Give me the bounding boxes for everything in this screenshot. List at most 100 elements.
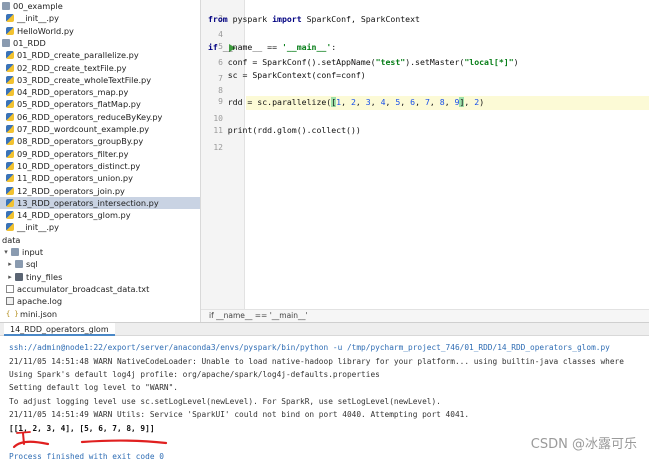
- console-line: 21/11/05 14:51:49 WARN Utils: Service 'S…: [9, 410, 470, 419]
- tree-item[interactable]: 02_RDD_create_textFile.py: [0, 62, 200, 74]
- tree-item[interactable]: 00_example: [0, 0, 200, 12]
- run-console[interactable]: ssh://admin@node1:22/export/server/anaco…: [0, 336, 649, 462]
- tree-item[interactable]: __init__.py: [0, 12, 200, 24]
- breadcrumb-label: if __name__ == '__main__': [209, 311, 308, 320]
- tree-item[interactable]: 03_RDD_create_wholeTextFile.py: [0, 74, 200, 86]
- python-file-icon: [6, 100, 14, 109]
- tree-item[interactable]: 05_RDD_operators_flatMap.py: [0, 98, 200, 110]
- python-file-icon: [6, 149, 14, 158]
- tree-item-label: accumulator_broadcast_data.txt: [17, 283, 150, 294]
- run-tab-bar: 14_RDD_operators_glom: [0, 322, 649, 336]
- python-file-icon: [6, 88, 14, 97]
- console-exit-line: Process finished with exit code 0: [9, 452, 164, 461]
- console-line: To adjust logging level use sc.setLogLev…: [9, 397, 441, 406]
- tree-item[interactable]: ▾ input: [0, 246, 200, 258]
- tree-item-label: 12_RDD_operators_join.py: [17, 185, 125, 196]
- tree-item-label: __init__.py: [17, 222, 59, 233]
- python-file-icon: [6, 112, 14, 121]
- tree-item[interactable]: HelloWorld.py: [0, 25, 200, 37]
- tree-item-label: 02_RDD_create_textFile.py: [17, 62, 127, 73]
- tree-item[interactable]: apache.log: [0, 295, 200, 307]
- editor-breadcrumb[interactable]: if __name__ == '__main__': [201, 309, 649, 322]
- tree-item[interactable]: 11_RDD_operators_union.py: [0, 172, 200, 184]
- folder-icon: [2, 2, 10, 10]
- tree-item[interactable]: accumulator_broadcast_data.txt: [0, 283, 200, 295]
- chevron-right-icon[interactable]: ▸: [6, 258, 14, 270]
- code-editor[interactable]: from pyspark import SparkConf, SparkCont…: [208, 0, 649, 322]
- tree-item[interactable]: 13_RDD_operators_intersection.py: [0, 196, 200, 209]
- console-line: ssh://admin@node1:22/export/server/anaco…: [9, 343, 610, 352]
- tree-item[interactable]: 09_RDD_operators_filter.py: [0, 148, 200, 160]
- console-output-line: [[1, 2, 3, 4], [5, 6, 7, 8, 9]]: [9, 424, 155, 433]
- python-file-icon: [6, 125, 14, 133]
- line-number: 12: [213, 143, 223, 152]
- tree-item-label: 07_RDD_wordcount_example.py: [17, 124, 150, 134]
- tree-item-label: 05_RDD_operators_flatMap.py: [17, 99, 141, 110]
- tree-item[interactable]: 06_RDD_operators_reduceByKey.py: [0, 111, 200, 123]
- tree-item[interactable]: 14_RDD_operators_glom.py: [0, 209, 200, 221]
- python-file-icon: [6, 186, 14, 195]
- line-number: 10: [213, 114, 223, 123]
- tree-item-label: 14_RDD_operators_glom.py: [17, 210, 131, 221]
- project-tree: 00_example __init__.py HelloWorld.py 01_RDD…: [0, 0, 201, 322]
- code-line-3: from pyspark import SparkConf, SparkCont…: [208, 14, 420, 24]
- python-file-icon: [6, 51, 14, 60]
- python-file-icon: [6, 174, 14, 183]
- tree-item-label: apache.log: [17, 296, 63, 307]
- line-number: 8: [218, 86, 223, 95]
- tree-item[interactable]: ▸ tiny_files: [0, 271, 200, 283]
- python-file-icon: [6, 26, 14, 35]
- code-line-9: rdd = sc.parallelize([1, 2, 3, 4, 5, 6, …: [208, 97, 485, 107]
- tree-item-label: input: [22, 247, 44, 257]
- code-line-6: conf = SparkConf().setAppName("test").se…: [208, 57, 519, 67]
- python-file-icon: [6, 223, 14, 232]
- code-line-11: print(rdd.glom().collect()): [208, 125, 361, 135]
- tree-item-label: 13_RDD_operators_intersection.py: [17, 197, 159, 208]
- tree-item[interactable]: 04_RDD_operators_map.py: [0, 86, 200, 98]
- tree-item[interactable]: ▸ sql: [0, 258, 200, 270]
- tree-item-label: 03_RDD_create_wholeTextFile.py: [17, 74, 152, 85]
- python-file-icon: [6, 75, 14, 84]
- tree-item[interactable]: 01_RDD_create_parallelize.py: [0, 49, 200, 61]
- python-file-icon: [6, 161, 14, 170]
- folder-icon: [2, 38, 10, 47]
- tree-item-label: data: [2, 234, 21, 245]
- code-line-7: sc = SparkContext(conf=conf): [208, 70, 366, 80]
- text-file-icon: [6, 284, 14, 293]
- tree-item-label: 00_example: [13, 1, 63, 11]
- tree-item[interactable]: data: [0, 234, 200, 246]
- python-file-icon: [6, 137, 14, 146]
- tree-item-label: mini.json: [20, 308, 58, 319]
- console-line: Using Spark's default log4j profile: org…: [9, 370, 380, 379]
- tree-item[interactable]: 01_RDD: [0, 37, 200, 49]
- tree-item-label: 11_RDD_operators_union.py: [17, 173, 133, 184]
- tree-item-label: 09_RDD_operators_filter.py: [17, 148, 129, 159]
- tree-item-label: 08_RDD_operators_groupBy.py: [17, 136, 144, 147]
- tree-item[interactable]: 07_RDD_wordcount_example.py: [0, 123, 200, 135]
- console-line: 21/11/05 14:51:48 WARN NativeCodeLoader:…: [9, 357, 624, 366]
- tree-item-label: 01_RDD_create_parallelize.py: [17, 50, 139, 61]
- python-file-icon: [6, 63, 14, 72]
- tree-item[interactable]: 12_RDD_operators_join.py: [0, 185, 200, 197]
- code-line-5: if __name__ == '__main__':: [208, 42, 337, 52]
- tree-item[interactable]: 08_RDD_operators_groupBy.py: [0, 135, 200, 147]
- console-line: Setting default log level to "WARN".: [9, 383, 178, 392]
- chevron-right-icon[interactable]: ▸: [6, 271, 14, 283]
- tree-item[interactable]: __init__.py: [0, 221, 200, 233]
- tree-item-label: 01_RDD: [13, 37, 46, 48]
- line-number: 4: [218, 30, 223, 39]
- tree-item-label: HelloWorld.py: [17, 25, 74, 36]
- tree-item[interactable]: 10_RDD_operators_distinct.py: [0, 160, 200, 172]
- log-file-icon: [6, 297, 14, 306]
- tree-item[interactable]: { } mini.json: [0, 308, 200, 320]
- tree-item-label: __init__.py: [17, 13, 59, 24]
- chevron-down-icon[interactable]: ▾: [2, 246, 10, 258]
- python-file-icon: [6, 211, 14, 220]
- run-tab[interactable]: 14_RDD_operators_glom: [4, 323, 115, 336]
- folder-icon: [15, 260, 23, 269]
- python-file-icon: [6, 198, 14, 207]
- tree-item-label: 06_RDD_operators_reduceByKey.py: [17, 111, 163, 122]
- folder-icon: [15, 272, 23, 281]
- tree-item-label: 04_RDD_operators_map.py: [17, 87, 129, 98]
- tree-item-label: sql: [26, 259, 38, 270]
